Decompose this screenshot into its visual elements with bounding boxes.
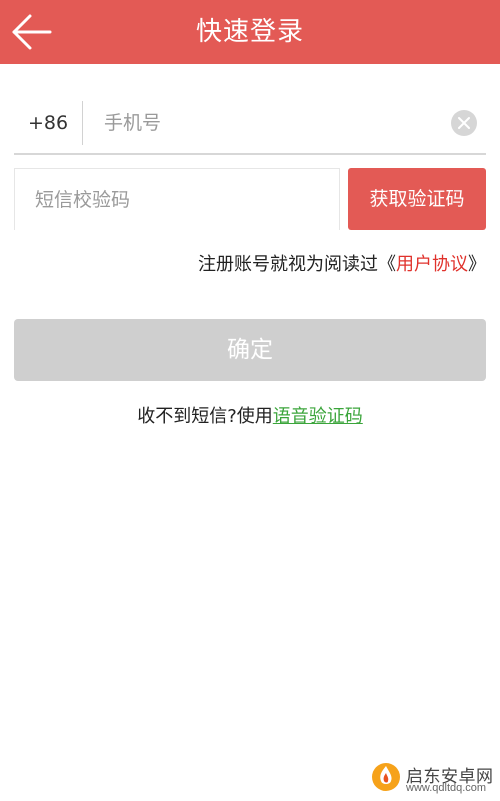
user-agreement-link[interactable]: 用户协议 — [396, 254, 468, 275]
watermark: 启东安卓网 www.qdltdq.com — [368, 748, 498, 796]
close-icon — [458, 117, 470, 129]
clear-phone-button[interactable] — [451, 110, 477, 136]
agreement-text: 注册账号就视为阅读过《用户协议》 — [198, 248, 486, 282]
app-header: 快速登录 — [0, 0, 500, 64]
country-code[interactable]: +86 — [14, 95, 82, 151]
sms-code-input[interactable] — [35, 180, 325, 220]
country-code-divider — [82, 101, 83, 145]
voice-code-link[interactable]: 语音验证码 — [273, 406, 363, 427]
voice-code-prefix: 收不到短信?使用 — [137, 406, 273, 427]
confirm-button[interactable]: 确定 — [14, 319, 486, 381]
page-title: 快速登录 — [195, 17, 304, 47]
phone-row: +86 — [14, 95, 486, 155]
flame-logo-icon — [372, 763, 400, 791]
phone-number-input[interactable] — [104, 103, 434, 143]
agreement-prefix: 注册账号就视为阅读过《 — [198, 254, 396, 275]
voice-code-hint: 收不到短信?使用语音验证码 — [0, 400, 500, 434]
watermark-url: www.qdltdq.com — [406, 782, 487, 794]
sms-code-field — [14, 168, 340, 230]
agreement-suffix: 》 — [468, 254, 486, 275]
get-code-button[interactable]: 获取验证码 — [348, 168, 486, 230]
